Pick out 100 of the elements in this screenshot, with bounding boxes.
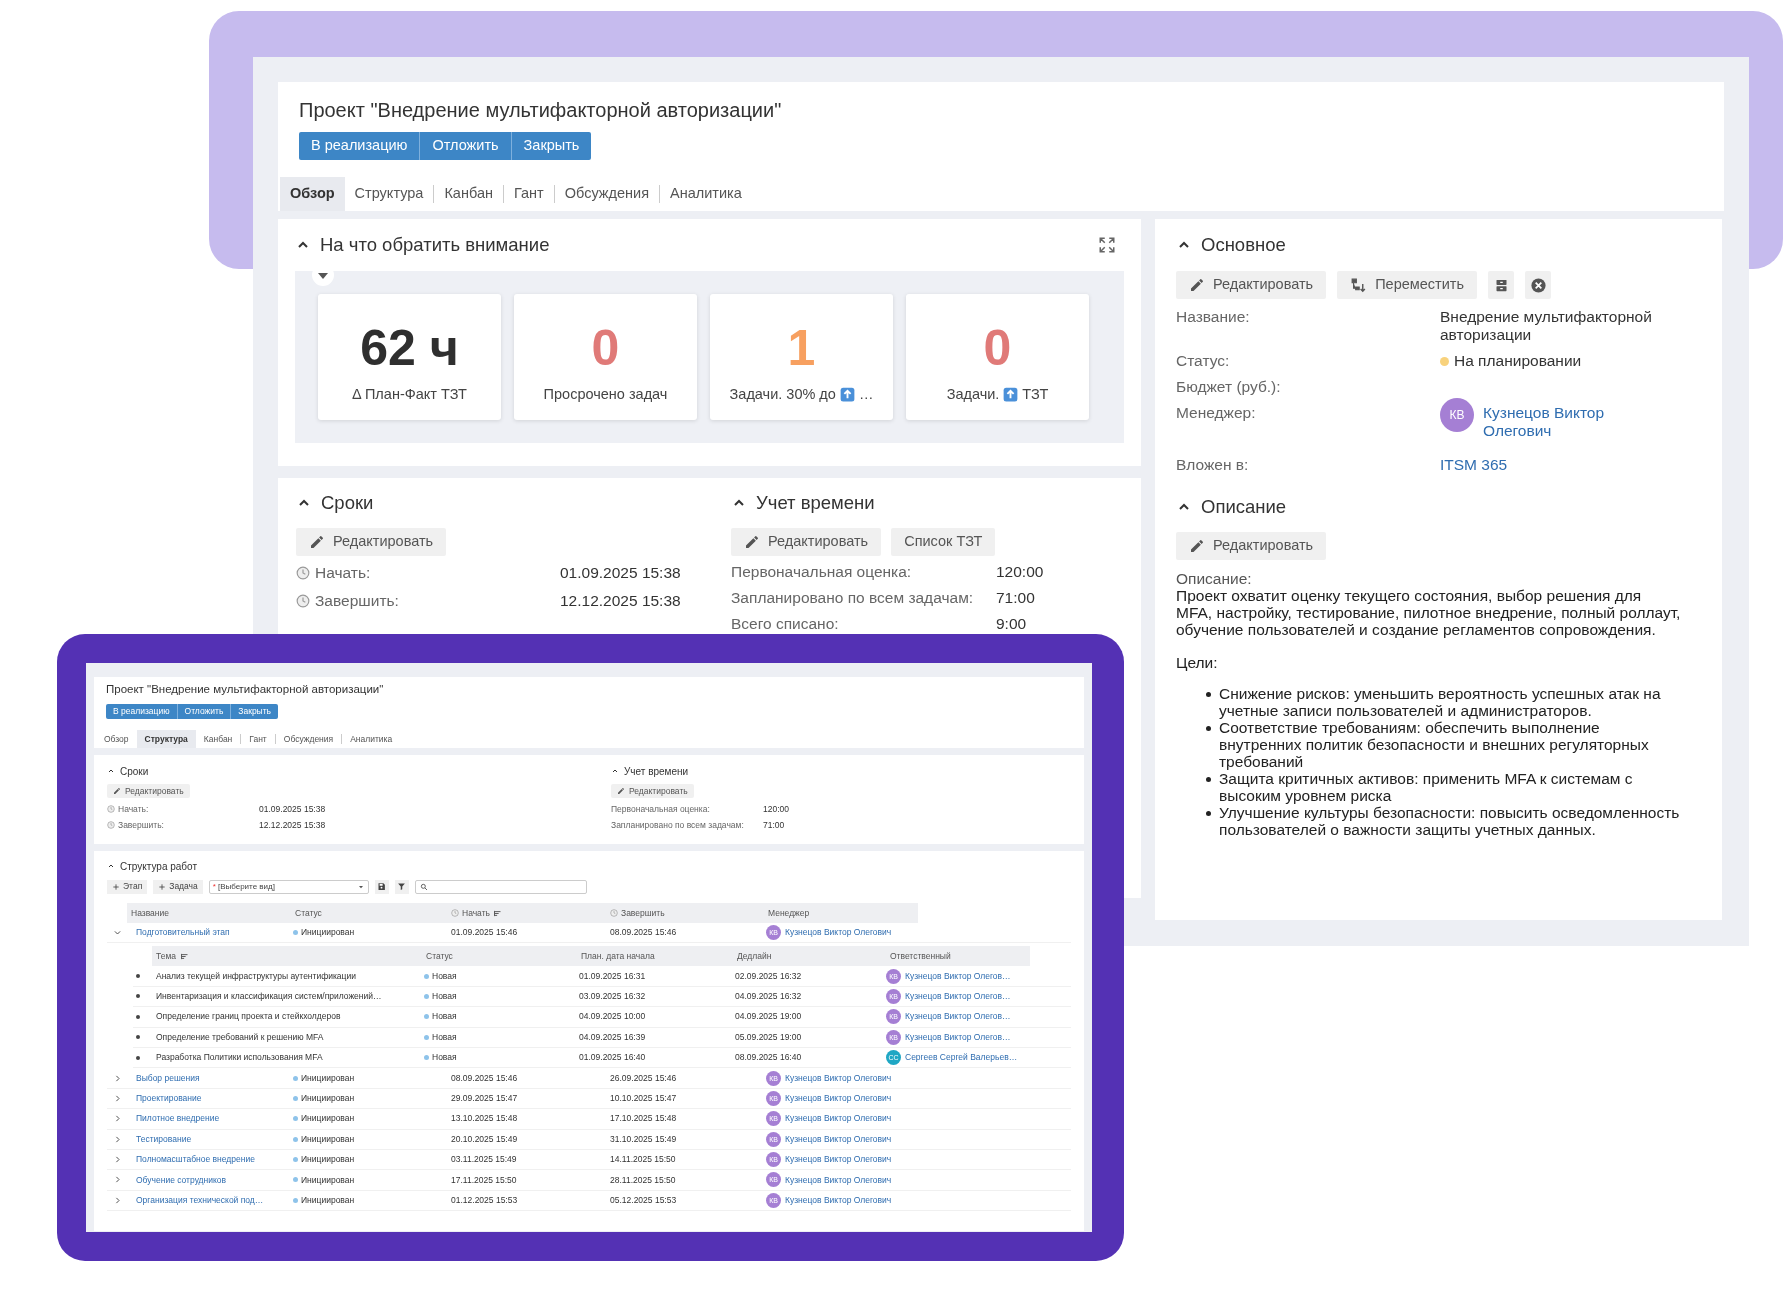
stage-link[interactable]: Тестирование bbox=[134, 1132, 293, 1146]
edit-button[interactable]: Редактировать bbox=[296, 528, 447, 556]
tab[interactable]: Обсуждения bbox=[554, 177, 659, 211]
kpi-value: 62 ч bbox=[360, 319, 459, 378]
tab[interactable]: Канбан bbox=[195, 730, 241, 748]
person-link[interactable]: Кузнецов Виктор Олегович bbox=[785, 1173, 892, 1187]
chevron-up-icon[interactable] bbox=[107, 862, 115, 870]
column-header[interactable]: Статус bbox=[295, 906, 322, 920]
view-select[interactable]: * [Выберите вид] bbox=[208, 879, 369, 894]
table-cell-text: 03.11.2025 15:49 bbox=[450, 1153, 518, 1166]
tab[interactable]: Структура bbox=[344, 177, 434, 211]
person-link[interactable]: Кузнецов Виктор Олегов… bbox=[905, 1010, 1011, 1024]
table-cell-text: 03.09.2025 16:32 bbox=[578, 990, 647, 1003]
column-header[interactable]: Дедлайн bbox=[737, 950, 772, 963]
search-field[interactable] bbox=[414, 879, 587, 894]
edit-button[interactable]: Редактировать bbox=[731, 528, 882, 556]
column-header[interactable]: Завершить bbox=[621, 906, 665, 920]
task-name[interactable]: Определение границ проекта и стейкхолдеров bbox=[152, 1010, 422, 1024]
person-link[interactable]: Кузнецов Виктор Олегов… bbox=[905, 990, 1011, 1003]
person-link[interactable]: Кузнецов Виктор Олегович bbox=[785, 1132, 892, 1146]
table-cell-text: 17.11.2025 15:50 bbox=[450, 1173, 518, 1187]
tab[interactable]: Обзор bbox=[96, 730, 137, 748]
person-link[interactable]: Кузнецов Виктор Олегович bbox=[785, 1153, 892, 1166]
person-link[interactable]: Кузнецов Виктор Олегович bbox=[785, 1071, 892, 1085]
goal-text: Соответствие требованиям: обеспечить выполнение внутренних политик безопасности и внешних регуляторных требований bbox=[1219, 719, 1650, 770]
action-button[interactable]: В реализацию bbox=[299, 132, 420, 160]
edit-button[interactable]: Редактировать bbox=[611, 784, 694, 798]
kpi-card[interactable]: 62 ч Δ План-Факт ТЗТ bbox=[318, 294, 501, 420]
stage-link[interactable]: Подготовительный этап bbox=[134, 926, 293, 940]
kpi-card[interactable]: 1 Задачи. 30% до … bbox=[710, 294, 893, 420]
chevron-up-icon[interactable] bbox=[107, 767, 115, 775]
add-button[interactable]: Этап bbox=[107, 879, 148, 894]
person-link[interactable]: Сергеев Сергей Валерьев… bbox=[905, 1051, 1018, 1064]
sort-icon[interactable] bbox=[493, 908, 502, 918]
person-link[interactable]: Кузнецов Виктор Олегов… bbox=[905, 969, 1011, 983]
tab[interactable]: Аналитика bbox=[660, 177, 752, 211]
status-text: Новая bbox=[432, 1030, 457, 1044]
kpi-label: Δ План-Факт ТЗТ bbox=[352, 385, 467, 404]
field-label: Запланировано по всем задачам: bbox=[611, 818, 745, 832]
person-link[interactable]: Кузнецов Виктор Олегович bbox=[785, 926, 892, 940]
tab[interactable]: Аналитика bbox=[342, 730, 401, 748]
stage-link[interactable]: Проектирование bbox=[134, 1092, 293, 1105]
edit-button[interactable]: Редактировать bbox=[1176, 271, 1327, 299]
action-button[interactable]: Отложить bbox=[419, 132, 511, 160]
tab[interactable]: Канбан bbox=[434, 177, 503, 211]
person-link[interactable]: Кузнецов Виктор Олегович bbox=[785, 1092, 892, 1105]
task-name[interactable]: Инвентаризация и классификация систем/приложений… bbox=[152, 990, 422, 1003]
time-list-button[interactable]: Список ТЗТ bbox=[891, 528, 996, 556]
tab[interactable]: Гант bbox=[241, 730, 275, 748]
person-link[interactable]: Кузнецов Виктор Олегов… bbox=[905, 1030, 1011, 1044]
kpi-card[interactable]: 0 Задачи. ТЗТ bbox=[906, 294, 1089, 420]
person-link[interactable]: Кузнецов Виктор Олегович bbox=[785, 1112, 892, 1126]
action-button[interactable]: Закрыть bbox=[230, 704, 279, 719]
chevron-up-icon[interactable] bbox=[611, 767, 619, 775]
column-header[interactable]: Название bbox=[131, 906, 169, 920]
edit-button[interactable]: Редактировать bbox=[107, 784, 190, 798]
search-icon bbox=[419, 882, 428, 891]
tab[interactable]: Обсуждения bbox=[275, 730, 342, 748]
column-header[interactable]: Начать bbox=[462, 906, 490, 920]
section-title: Структура работ bbox=[120, 859, 197, 874]
stage-link[interactable]: Пилотное внедрение bbox=[134, 1112, 293, 1126]
tab[interactable]: Обзор bbox=[280, 177, 345, 211]
field-label: Название: bbox=[1176, 308, 1251, 327]
expand-icon[interactable] bbox=[1098, 236, 1116, 254]
task-name[interactable]: Разработка Политики использования MFA bbox=[152, 1051, 422, 1064]
table-cell-text: 14.11.2025 15:50 bbox=[609, 1153, 677, 1166]
person-link[interactable]: Кузнецов Виктор Олегович bbox=[1483, 404, 1633, 440]
kpi-card[interactable]: 0 Просрочено задач bbox=[514, 294, 697, 420]
filter-icon[interactable] bbox=[397, 882, 407, 891]
column-header[interactable]: Статус bbox=[426, 950, 453, 963]
field-label: Бюджет (руб.): bbox=[1176, 378, 1282, 396]
edit-button[interactable]: Редактировать bbox=[1176, 532, 1327, 560]
add-button[interactable]: Задача bbox=[153, 879, 203, 894]
table-cell-text: 08.09.2025 15:46 bbox=[450, 1071, 519, 1085]
stage-link[interactable]: Выбор решения bbox=[134, 1071, 293, 1085]
field-label: Первоначальная оценка: bbox=[731, 562, 913, 583]
close-icon[interactable] bbox=[1529, 276, 1547, 294]
stage-link[interactable]: Полномасштабное внедрение bbox=[134, 1153, 293, 1166]
column-header[interactable]: Менеджер bbox=[768, 906, 810, 920]
tab[interactable]: Структура bbox=[136, 730, 196, 748]
section-title: Учет времени bbox=[756, 491, 875, 516]
tab[interactable]: Гант bbox=[503, 177, 554, 211]
parent-link[interactable]: ITSM 365 bbox=[1440, 456, 1508, 474]
column-header[interactable]: Тема bbox=[156, 950, 176, 963]
stage-link[interactable]: Организация технической под… bbox=[134, 1194, 293, 1207]
pencil-icon bbox=[1189, 277, 1205, 293]
action-button[interactable]: Отложить bbox=[176, 704, 231, 719]
task-name[interactable]: Анализ текущей инфраструктуры аутентификации bbox=[152, 969, 422, 983]
sort-icon[interactable] bbox=[180, 951, 189, 961]
table-cell-text: 26.09.2025 15:46 bbox=[609, 1071, 678, 1085]
bullet-icon bbox=[136, 1055, 140, 1060]
task-name[interactable]: Определение требований к решению MFA bbox=[152, 1030, 422, 1044]
action-button[interactable]: В реализацию bbox=[106, 704, 177, 719]
table-cell-text: 05.12.2025 15:53 bbox=[609, 1194, 678, 1207]
field-label: Запланировано по всем задачам: bbox=[731, 588, 975, 609]
person-link[interactable]: Кузнецов Виктор Олегович bbox=[785, 1194, 892, 1207]
action-button[interactable]: Закрыть bbox=[510, 132, 592, 160]
save-icon[interactable] bbox=[377, 882, 387, 891]
stage-link[interactable]: Обучение сотрудников bbox=[134, 1173, 293, 1187]
move-button[interactable]: Переместить bbox=[1337, 271, 1477, 299]
